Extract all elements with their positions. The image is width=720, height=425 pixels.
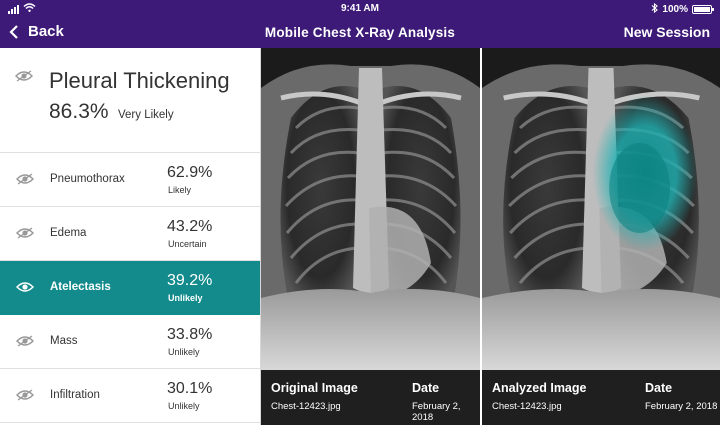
new-session-button[interactable]: New Session <box>624 24 710 40</box>
original-date-label: Date <box>412 381 440 395</box>
top-finding-name: Pleural Thickening <box>49 68 230 93</box>
finding-name: Pneumothorax <box>50 173 125 185</box>
eye-off-icon[interactable] <box>16 389 34 401</box>
original-image-filename: Chest-12423.jpg <box>271 401 341 412</box>
finding-name: Atelectasis <box>50 281 111 293</box>
battery-icon <box>692 5 714 14</box>
back-label: Back <box>28 23 64 40</box>
eye-icon[interactable] <box>16 281 34 293</box>
original-date-value: February 2, 2018 <box>412 401 461 423</box>
status-time: 9:41 AM <box>341 3 379 14</box>
top-finding[interactable]: Pleural Thickening 86.3% Very Likely <box>0 48 260 153</box>
original-image-label: Original Image <box>271 381 358 395</box>
back-button[interactable]: Back <box>8 23 64 40</box>
analyzed-image-caption: Analyzed Image Chest-12423.jpg Date Febr… <box>482 370 720 425</box>
eye-icon[interactable] <box>15 70 33 82</box>
finding-likelihood: Unlikely <box>168 293 203 303</box>
finding-row-pneumothorax[interactable]: Pneumothorax 62.9% Likely <box>0 153 260 207</box>
heatmap-core <box>609 143 671 233</box>
finding-name: Edema <box>50 227 87 239</box>
analyzed-xray-image <box>482 48 720 370</box>
top-finding-likelihood: Very Likely <box>118 109 174 121</box>
eye-off-icon[interactable] <box>16 227 34 239</box>
original-xray-image <box>261 48 480 370</box>
nav-bar: Back Mobile Chest X-Ray Analysis New Ses… <box>0 18 720 48</box>
finding-name: Mass <box>50 335 78 347</box>
original-image-caption: Original Image Chest-12423.jpg Date Febr… <box>261 370 480 425</box>
finding-likelihood: Unlikely <box>168 401 200 411</box>
analyzed-date-label: Date <box>645 381 673 395</box>
finding-percent: 30.1% <box>167 380 213 397</box>
chevron-left-icon <box>9 24 18 39</box>
finding-row-infiltration[interactable]: Infiltration 30.1% Unlikely <box>0 369 260 423</box>
original-image-panel[interactable]: Original Image Chest-12423.jpg Date Febr… <box>261 48 480 425</box>
eye-off-icon[interactable] <box>16 173 34 185</box>
finding-percent: 43.2% <box>167 218 213 235</box>
analyzed-image-panel[interactable]: Analyzed Image Chest-12423.jpg Date Febr… <box>482 48 720 425</box>
eye-off-icon[interactable] <box>16 335 34 347</box>
finding-row-mass[interactable]: Mass 33.8% Unlikely <box>0 315 260 369</box>
finding-likelihood: Unlikely <box>168 347 200 357</box>
bluetooth-icon <box>651 2 659 16</box>
battery-percent: 100% <box>662 4 688 15</box>
finding-likelihood: Likely <box>168 185 192 195</box>
analyzed-image-filename: Chest-12423.jpg <box>492 401 562 412</box>
analyzed-image-label: Analyzed Image <box>492 381 587 395</box>
findings-panel: Pleural Thickening 86.3% Very Likely Pne… <box>0 48 261 425</box>
finding-name: Infiltration <box>50 389 100 401</box>
finding-likelihood: Uncertain <box>168 239 207 249</box>
status-bar: 9:41 AM 100% <box>0 0 720 18</box>
finding-percent: 39.2% <box>167 272 213 289</box>
finding-percent: 33.8% <box>167 326 213 343</box>
finding-row-edema[interactable]: Edema 43.2% Uncertain <box>0 207 260 261</box>
page-title: Mobile Chest X-Ray Analysis <box>264 25 456 40</box>
finding-row-atelectasis[interactable]: Atelectasis 39.2% Unlikely <box>0 261 260 315</box>
status-right: 100% <box>651 2 714 16</box>
top-finding-percent: 86.3% <box>49 100 109 123</box>
finding-percent: 62.9% <box>167 164 213 181</box>
analyzed-date-value: February 2, 2018 <box>645 401 718 412</box>
